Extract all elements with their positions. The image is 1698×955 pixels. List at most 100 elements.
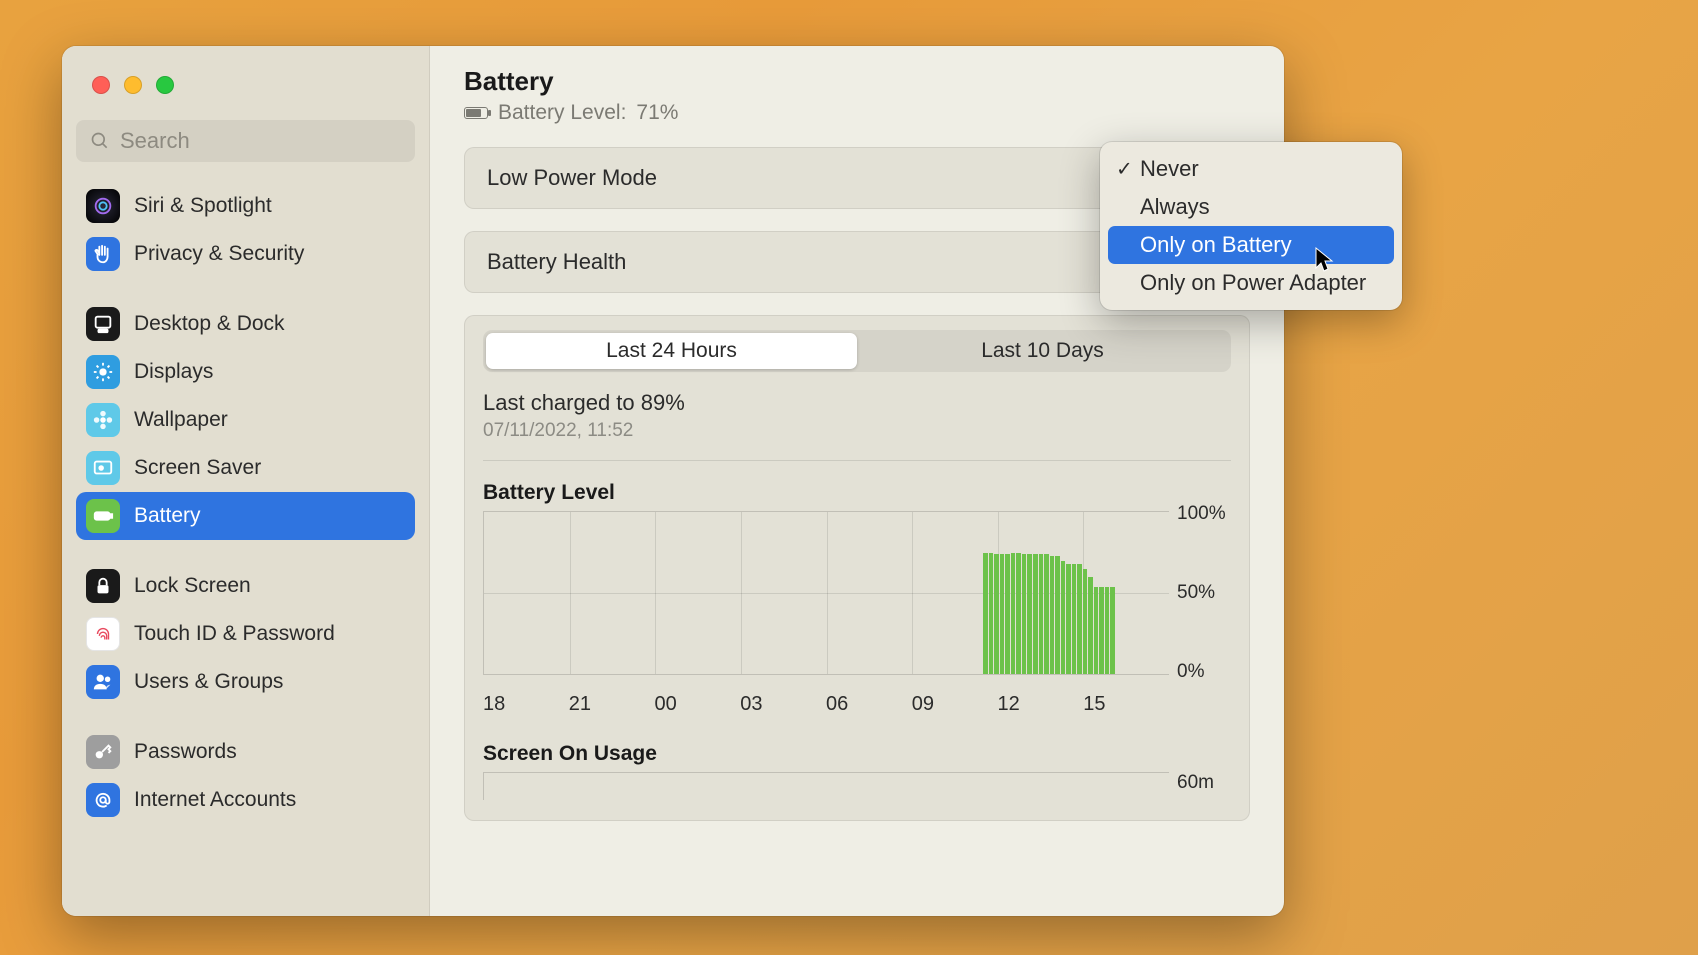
chart-bar (1105, 587, 1110, 674)
sidebar-item-passwords[interactable]: Passwords (76, 728, 415, 776)
sidebar-item-label: Internet Accounts (134, 788, 296, 812)
chart-bar (989, 553, 994, 675)
screen-on-chart-title: Screen On Usage (483, 742, 1231, 766)
sidebar: Siri & Spotlight Privacy & Security Desk… (62, 46, 430, 916)
x-tick: 09 (912, 693, 998, 716)
time-range-segment: Last 24 Hours Last 10 Days (483, 330, 1231, 372)
x-tick: 15 (1083, 693, 1169, 716)
usage-card: Last 24 Hours Last 10 Days Last charged … (464, 315, 1250, 821)
window-zoom-button[interactable] (156, 76, 174, 94)
usage-y-tick: 60m (1169, 772, 1231, 800)
low-power-mode-label: Low Power Mode (487, 165, 657, 191)
x-tick: 12 (998, 693, 1084, 716)
sidebar-item-desktop-dock[interactable]: Desktop & Dock (76, 300, 415, 348)
tab-last-10d[interactable]: Last 10 Days (857, 333, 1228, 369)
battery-level-label: Battery Level: (498, 101, 626, 125)
dropdown-item-always[interactable]: Always (1108, 188, 1394, 226)
fingerprint-icon (86, 617, 120, 651)
sidebar-item-internet-accounts[interactable]: Internet Accounts (76, 776, 415, 824)
x-tick: 06 (826, 693, 912, 716)
search-input[interactable] (76, 120, 415, 162)
chart-bar (1072, 564, 1077, 674)
chart-bar (1033, 554, 1038, 674)
sidebar-item-label: Touch ID & Password (134, 622, 335, 646)
window-close-button[interactable] (92, 76, 110, 94)
sidebar-item-lock-screen[interactable]: Lock Screen (76, 562, 415, 610)
battery-level-chart: 100% 50% 0% (483, 511, 1231, 675)
sidebar-item-label: Siri & Spotlight (134, 194, 272, 218)
battery-mini-icon (464, 107, 488, 119)
chart-bar (1000, 554, 1005, 674)
screensaver-icon (86, 451, 120, 485)
sidebar-item-label: Battery (134, 504, 201, 528)
sidebar-item-label: Displays (134, 360, 213, 384)
battery-icon (86, 499, 120, 533)
window-minimize-button[interactable] (124, 76, 142, 94)
chart-bar (1022, 554, 1027, 674)
hand-icon (86, 237, 120, 271)
sidebar-item-privacy[interactable]: Privacy & Security (76, 230, 415, 278)
last-charged-title: Last charged to 89% (483, 390, 1231, 416)
tab-last-24h[interactable]: Last 24 Hours (486, 333, 857, 369)
sidebar-item-touchid[interactable]: Touch ID & Password (76, 610, 415, 658)
sidebar-list: Siri & Spotlight Privacy & Security Desk… (62, 174, 429, 916)
x-tick: 21 (569, 693, 655, 716)
chart-bar (1027, 554, 1032, 674)
page-title: Battery (464, 66, 1250, 97)
usage-chart-area (483, 772, 1169, 800)
dropdown-item-label: Never (1140, 156, 1199, 182)
sidebar-item-battery[interactable]: Battery (76, 492, 415, 540)
dropdown-item-never[interactable]: ✓ Never (1108, 150, 1394, 188)
chart-bar (1066, 564, 1071, 674)
traffic-lights (62, 76, 429, 94)
x-tick: 18 (483, 693, 569, 716)
chart-bar (1055, 556, 1060, 674)
chart-bar (1083, 569, 1088, 674)
sidebar-item-label: Users & Groups (134, 670, 283, 694)
chart-area (483, 511, 1169, 675)
users-icon (86, 665, 120, 699)
chart-bar (1011, 553, 1016, 675)
dropdown-item-label: Always (1140, 194, 1210, 220)
siri-icon (86, 189, 120, 223)
sidebar-item-users[interactable]: Users & Groups (76, 658, 415, 706)
battery-level-chart-title: Battery Level (483, 481, 1231, 505)
last-charged-date: 07/11/2022, 11:52 (483, 420, 1231, 442)
chart-bar (1110, 587, 1115, 674)
chart-bar (983, 553, 988, 675)
chart-bar (994, 554, 999, 674)
chart-bar (1050, 556, 1055, 674)
dropdown-item-only-battery[interactable]: Only on Battery (1108, 226, 1394, 264)
search-field-wrap (76, 120, 415, 162)
y-tick: 50% (1177, 582, 1215, 604)
at-icon (86, 783, 120, 817)
low-power-mode-dropdown: ✓ Never Always Only on Battery Only on P… (1100, 142, 1402, 310)
sidebar-item-label: Lock Screen (134, 574, 251, 598)
sidebar-item-screensaver[interactable]: Screen Saver (76, 444, 415, 492)
flower-icon (86, 403, 120, 437)
chart-x-axis: 18 21 00 03 06 09 12 15 (483, 693, 1169, 716)
sidebar-item-label: Screen Saver (134, 456, 261, 480)
sidebar-item-label: Privacy & Security (134, 242, 304, 266)
x-tick: 00 (655, 693, 741, 716)
chart-bar (1094, 587, 1099, 674)
chart-bar (1044, 554, 1049, 674)
chart-bar (1016, 553, 1021, 675)
battery-health-label: Battery Health (487, 249, 626, 275)
sidebar-item-displays[interactable]: Displays (76, 348, 415, 396)
chart-bar (1061, 561, 1066, 674)
battery-subtitle: Battery Level: 71% (464, 101, 1250, 125)
search-icon (90, 131, 110, 151)
dropdown-item-only-power-adapter[interactable]: Only on Power Adapter (1108, 264, 1394, 302)
dropdown-item-label: Only on Battery (1140, 232, 1292, 258)
chart-bar (1039, 554, 1044, 674)
sidebar-item-siri[interactable]: Siri & Spotlight (76, 182, 415, 230)
chart-bar (1088, 577, 1093, 674)
sidebar-item-wallpaper[interactable]: Wallpaper (76, 396, 415, 444)
y-tick: 100% (1177, 503, 1226, 525)
screen-on-chart: 60m (483, 772, 1231, 800)
lock-icon (86, 569, 120, 603)
chart-bar (1077, 564, 1082, 674)
chart-bar (1005, 554, 1010, 674)
cursor-icon (1314, 246, 1338, 279)
